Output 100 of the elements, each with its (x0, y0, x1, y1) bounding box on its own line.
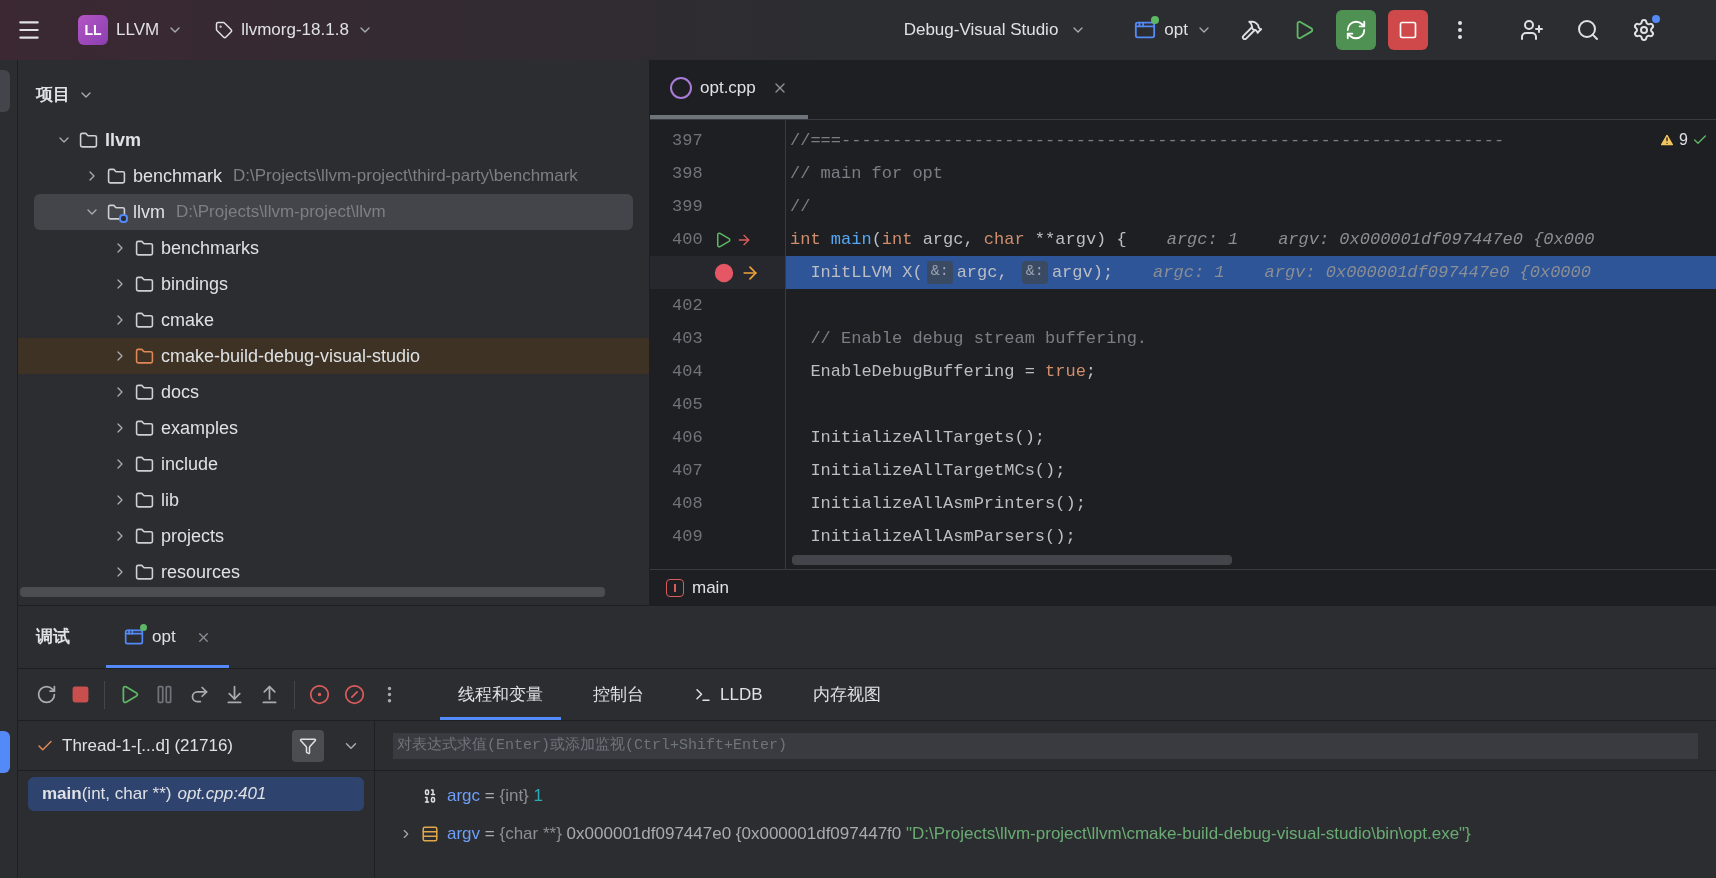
line-number: 399 (672, 195, 704, 218)
tree-row[interactable]: benchmark D:\Projects\llvm-project\third-party\benchmark (18, 158, 649, 194)
tree-row[interactable]: benchmarks (18, 230, 649, 266)
folder-icon (135, 418, 154, 438)
line-number: 405 (672, 393, 704, 416)
debug-tab[interactable]: 线程和变量 (440, 669, 561, 720)
horizontal-scrollbar[interactable] (20, 587, 605, 597)
more-icon (1458, 21, 1462, 39)
tree-row[interactable]: cmake (18, 302, 649, 338)
inline-value-hint: argv: 0x000001df097447e0 {0x0000 (1264, 261, 1591, 284)
debug-tab[interactable]: 内存视图 (794, 669, 899, 720)
view-breakpoints-icon[interactable] (309, 684, 330, 705)
project-folder-icon (79, 130, 98, 150)
stop-button[interactable] (1388, 10, 1428, 50)
search-icon (1576, 18, 1600, 42)
code-text: //===----------------------------------------------------------------- (790, 129, 1505, 152)
breakpoint-icon[interactable] (714, 262, 734, 283)
tree-item-label: cmake (161, 308, 214, 332)
branch-switcher[interactable]: llvmorg-18.1.8 (215, 17, 373, 43)
debug-tab[interactable]: LLDB (676, 669, 781, 720)
editor-tab[interactable]: opt.cpp (650, 61, 808, 119)
code-text: // main for opt (790, 162, 944, 185)
tree-item-label: projects (161, 524, 225, 548)
project-view-dropdown[interactable]: 项目 (36, 80, 649, 110)
folder-icon (107, 166, 126, 186)
code-text: main (830, 228, 872, 251)
code-text: EnableDebugBuffering = (809, 360, 1036, 383)
tree-item-label: include (161, 452, 219, 476)
refresh-icon (1345, 19, 1367, 41)
folder-icon (135, 238, 154, 258)
tag-icon (215, 21, 234, 39)
tree-row[interactable]: cmake-build-debug-visual-studio (18, 338, 649, 374)
stop-icon[interactable] (71, 685, 90, 704)
filter-button[interactable] (292, 729, 324, 762)
step-over-icon[interactable] (189, 684, 210, 705)
tree-row[interactable]: llvm (18, 122, 649, 158)
inline-value-hint: argv: 0x000001df097447e0 {0x000 (1278, 228, 1595, 251)
breadcrumb[interactable]: main (692, 574, 729, 601)
tree-item-label: benchmark (133, 164, 223, 188)
session-tab[interactable]: opt (106, 606, 229, 668)
line-number: 408 (672, 492, 704, 515)
tree-row[interactable]: include (18, 446, 649, 482)
target-dropdown[interactable]: opt (1134, 17, 1212, 43)
code-text: char (983, 228, 1025, 251)
tree-row[interactable]: resources (18, 554, 649, 587)
project-switcher[interactable]: LL LLVM (78, 15, 184, 45)
variable-entry: argc = {int} 1 (447, 785, 543, 808)
tree-item-label: docs (161, 380, 200, 404)
warning-icon[interactable] (1659, 132, 1676, 148)
parameter-hint: &: (926, 261, 953, 284)
tree-item-path: D:\Projects\llvm-project\third-party\benchmark (233, 165, 578, 188)
debug-tab[interactable]: 控制台 (575, 669, 662, 720)
tool-window-button[interactable] (0, 731, 10, 773)
tree-row[interactable]: docs (18, 374, 649, 410)
line-number: 409 (672, 525, 704, 548)
code-text: InitLLVM X( (809, 261, 923, 284)
line-number: 402 (672, 294, 704, 317)
stack-frame[interactable]: main(int, char **) opt.cpp:401 (28, 777, 364, 811)
line-number: 398 (672, 162, 704, 185)
tree-item-label: benchmarks (161, 236, 260, 260)
tree-item-label: lib (161, 488, 179, 512)
warning-count[interactable]: 9 (1679, 128, 1688, 152)
tree-row[interactable]: llvm D:\Projects\llvm-project\llvm (34, 194, 633, 230)
tree-item-label: bindings (161, 272, 229, 296)
line-number: 397 (672, 129, 704, 152)
tree-row[interactable]: lib (18, 482, 649, 518)
array-icon (421, 825, 439, 843)
folder-icon (135, 310, 154, 330)
expression-input-field[interactable]: 对表达式求值(Enter)或添加监视(Ctrl+Shift+Enter) (393, 732, 1698, 759)
stop-icon (1398, 20, 1418, 40)
tree-item-label: llvm (133, 200, 165, 224)
code-text: argc, (921, 228, 975, 251)
horizontal-scrollbar[interactable] (792, 555, 1232, 565)
code-text: argc, (956, 261, 1009, 284)
thread-selector[interactable]: Thread-1-[...d] (21716) (36, 732, 292, 759)
tree-row[interactable]: bindings (18, 266, 649, 302)
hammer-icon (1241, 19, 1263, 41)
folder-icon (135, 454, 154, 474)
add-user-icon (1520, 18, 1544, 42)
rerun-icon[interactable] (36, 684, 57, 705)
line-number: 400 (672, 228, 704, 251)
tree-item-label: llvm (105, 128, 142, 152)
rerun-debug-button[interactable] (1336, 10, 1376, 50)
variable-entry: argv = {char **} 0x000001df097447e0 {0x000001df097447f0 "D:\Projects\llvm-project\llvm\cmake-build-debug-visual-studio\bin\opt.exe"} (447, 823, 1471, 846)
run-configuration-dropdown[interactable]: Debug-Visual Studio (903, 17, 1087, 43)
run-icon[interactable] (714, 230, 732, 249)
folder-icon (135, 562, 154, 582)
mute-breakpoints-icon[interactable] (344, 684, 365, 705)
settings-icon (1632, 18, 1656, 42)
code-text: int (790, 228, 822, 251)
line-number: 404 (672, 360, 704, 383)
tree-row[interactable]: projects (18, 518, 649, 554)
folder-icon (135, 490, 154, 510)
tree-item-label: examples (161, 416, 239, 440)
line-number: 406 (672, 426, 704, 449)
code-text: InitializeAllTargets(); (809, 426, 1046, 449)
tree-row[interactable]: examples (18, 410, 649, 446)
pause-icon[interactable] (154, 684, 175, 705)
tree-item-label: cmake-build-debug-visual-studio (161, 344, 421, 368)
folder-icon (135, 526, 154, 546)
